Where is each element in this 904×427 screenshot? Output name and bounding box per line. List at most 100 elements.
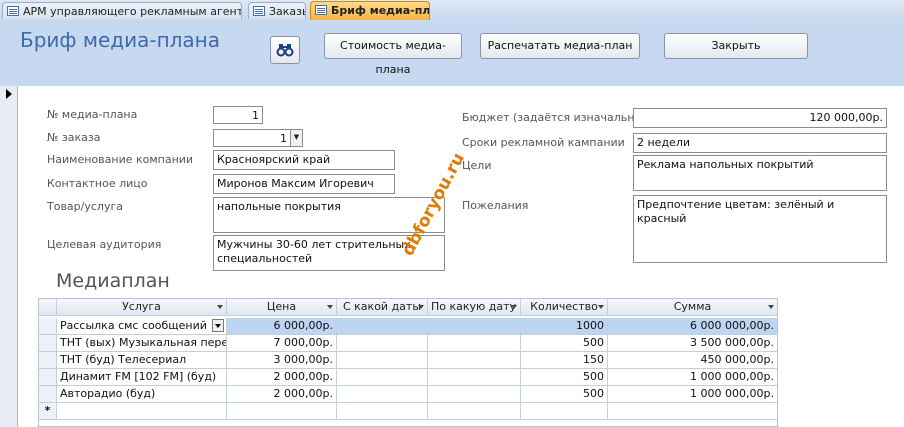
sort-arrow-icon[interactable] (598, 305, 604, 309)
form-icon (253, 6, 265, 16)
service-cell[interactable]: Рассылка смс сообщений (57, 318, 227, 335)
table-row[interactable]: Рассылка смс сообщений 6 000,00р. 1000 6… (39, 318, 777, 335)
close-button[interactable]: Закрыть (664, 33, 808, 59)
to-date-cell[interactable] (428, 335, 521, 352)
quantity-cell[interactable]: 500 (521, 335, 608, 352)
column-header-price[interactable]: Цена (227, 299, 337, 316)
company-field[interactable]: Красноярский край (213, 150, 395, 170)
column-header-quantity[interactable]: Количество (521, 299, 608, 316)
new-record-row[interactable]: * (39, 403, 777, 420)
to-date-cell[interactable] (428, 369, 521, 386)
to-date-cell[interactable] (428, 403, 521, 420)
tab-label: Бриф медиа-плана (331, 4, 430, 17)
table-row[interactable]: Авторадио (буд) 2 000,00р. 500 1 000 000… (39, 386, 777, 403)
row-selector[interactable] (39, 318, 57, 335)
row-selector[interactable] (39, 335, 57, 352)
service-cell[interactable]: Авторадио (буд) (57, 386, 227, 403)
price-cell[interactable]: 2 000,00р. (227, 369, 337, 386)
sum-cell[interactable]: 3 500 000,00р. (608, 335, 777, 352)
service-cell[interactable]: ТНТ (вых) Музыкальная передача (57, 335, 227, 352)
sort-arrow-icon[interactable] (511, 305, 517, 309)
sum-cell[interactable]: 1 000 000,00р. (608, 369, 777, 386)
period-field[interactable]: 2 недели (633, 133, 887, 153)
budget-field[interactable]: 120 000,00р. (633, 108, 887, 128)
column-header-service[interactable]: Услуга (57, 299, 227, 316)
period-label: Сроки рекламной кампании (462, 136, 625, 149)
service-cell[interactable] (57, 403, 227, 420)
from-date-cell[interactable] (337, 335, 428, 352)
tab-label: Заказы (269, 5, 305, 18)
contact-label: Контактное лицо (47, 177, 148, 190)
price-cell[interactable]: 3 000,00р. (227, 352, 337, 369)
price-cell[interactable]: 6 000,00р. (227, 318, 337, 335)
quantity-cell[interactable]: 500 (521, 369, 608, 386)
contact-field[interactable]: Миронов Максим Игоревич (213, 174, 395, 194)
from-date-cell[interactable] (337, 369, 428, 386)
form-header: Бриф медиа-плана Стоимость медиа-плана Р… (0, 20, 904, 86)
new-record-marker[interactable]: * (39, 403, 57, 420)
from-date-cell[interactable] (337, 318, 428, 335)
to-date-cell[interactable] (428, 352, 521, 369)
from-date-cell[interactable] (337, 352, 428, 369)
grid-header-row: Услуга Цена С какой даты По какую дату К… (39, 299, 777, 316)
order-no-dropdown-button[interactable]: ▼ (290, 129, 303, 147)
goal-field[interactable]: Реклама напольных покрытий (633, 155, 887, 191)
print-button[interactable]: Распечатать медиа-план (480, 33, 640, 59)
column-header-sum[interactable]: Сумма (608, 299, 777, 316)
sum-cell[interactable] (608, 403, 777, 420)
order-no-combo[interactable]: 1 (213, 129, 291, 147)
service-cell[interactable]: Динамит FM [102 FM] (буд) (57, 369, 227, 386)
table-row[interactable]: ТНТ (вых) Музыкальная передача 7 000,00р… (39, 335, 777, 352)
mediaplan-datasheet[interactable]: Услуга Цена С какой даты По какую дату К… (38, 298, 778, 427)
search-button[interactable] (270, 36, 300, 64)
price-cell[interactable]: 7 000,00р. (227, 335, 337, 352)
from-date-cell[interactable] (337, 403, 428, 420)
tab-arm[interactable]: АРМ управляющего рекламным агентством (2, 2, 242, 19)
page-title: Бриф медиа-плана (20, 28, 221, 52)
table-row[interactable]: ТНТ (буд) Телесериал 3 000,00р. 150 450 … (39, 352, 777, 369)
row-selector[interactable] (39, 386, 57, 403)
mediaplan-no-label: № медиа-плана (47, 108, 138, 121)
quantity-cell[interactable]: 1000 (521, 318, 608, 335)
quantity-cell[interactable] (521, 403, 608, 420)
quantity-cell[interactable]: 150 (521, 352, 608, 369)
quantity-cell[interactable]: 500 (521, 386, 608, 403)
sum-cell[interactable]: 450 000,00р. (608, 352, 777, 369)
mediaplan-title: Медиаплан (56, 270, 170, 292)
row-selector[interactable] (39, 369, 57, 386)
mediaplan-no-field[interactable]: 1 (213, 106, 263, 124)
price-cell[interactable] (227, 403, 337, 420)
service-dropdown-button[interactable] (212, 319, 224, 332)
column-header-to-date[interactable]: По какую дату (428, 299, 521, 316)
sort-arrow-icon[interactable] (768, 305, 774, 309)
budget-label: Бюджет (задаётся изначально) (462, 111, 646, 124)
record-selector[interactable] (0, 86, 18, 427)
price-cell[interactable]: 2 000,00р. (227, 386, 337, 403)
cost-button[interactable]: Стоимость медиа-плана (324, 33, 462, 76)
product-label: Товар/услуга (47, 200, 123, 213)
sum-cell[interactable]: 1 000 000,00р. (608, 386, 777, 403)
tab-label: АРМ управляющего рекламным агентством (23, 5, 242, 18)
order-no-label: № заказа (47, 131, 101, 144)
audience-label: Целевая аудитория (47, 238, 162, 251)
sort-arrow-icon[interactable] (217, 305, 223, 309)
column-header-from-date[interactable]: С какой даты (337, 299, 428, 316)
tab-orders[interactable]: Заказы (248, 2, 306, 19)
tab-brief[interactable]: Бриф медиа-плана (310, 1, 430, 20)
form-icon (315, 5, 327, 15)
wishes-label: Пожелания (462, 199, 529, 212)
to-date-cell[interactable] (428, 386, 521, 403)
sort-arrow-icon[interactable] (418, 305, 424, 309)
sort-arrow-icon[interactable] (327, 305, 333, 309)
select-all-cell[interactable] (39, 299, 57, 316)
document-tab-strip: АРМ управляющего рекламным агентством За… (0, 0, 904, 21)
current-record-icon (6, 89, 12, 99)
service-cell[interactable]: ТНТ (буд) Телесериал (57, 352, 227, 369)
wishes-field[interactable]: Предпочтение цветам: зелёный и красный (633, 195, 887, 263)
row-selector[interactable] (39, 352, 57, 369)
table-row[interactable]: Динамит FM [102 FM] (буд) 2 000,00р. 500… (39, 369, 777, 386)
form-icon (7, 6, 19, 16)
sum-cell[interactable]: 6 000 000,00р. (608, 318, 777, 335)
from-date-cell[interactable] (337, 386, 428, 403)
to-date-cell[interactable] (428, 318, 521, 335)
